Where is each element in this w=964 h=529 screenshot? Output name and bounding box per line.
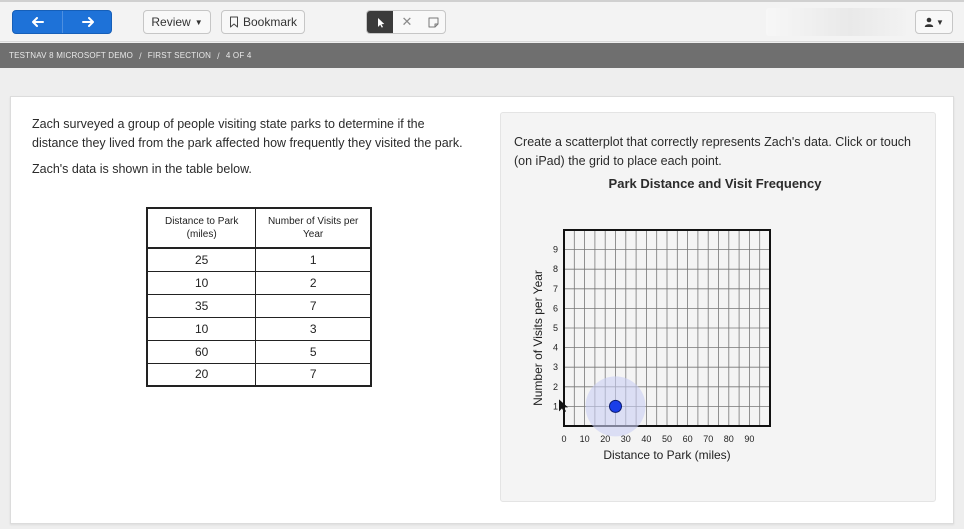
table-intro: Zach's data is shown in the table below. [32,162,252,176]
scatterplot-grid[interactable]: 0 10 20 30 40 50 60 70 80 90 123456789 Distance t… [520,215,780,477]
answer-eliminator-button[interactable]: ✕ [394,11,420,33]
breadcrumb: TESTNAV 8 MICROSOFT DEMO / FIRST SECTION… [0,43,964,68]
plotted-points [585,376,646,437]
table-cell: 10 [146,270,257,295]
breadcrumb-separator: / [139,50,142,61]
x-tick-label: 0 [561,434,566,444]
previous-button[interactable] [13,11,63,33]
review-button[interactable]: Review ▼ [143,10,211,34]
bookmark-label: Bookmark [242,15,298,29]
pointer-icon [377,17,384,28]
eliminator-icon: ✕ [401,14,413,29]
x-tick-label: 50 [662,434,672,444]
user-icon [924,17,934,27]
bookmark-icon [229,16,238,28]
y-axis-label: Number of Visits per Year [531,270,545,406]
student-name-field [766,8,906,36]
x-tick-label: 60 [683,434,693,444]
arrow-left-icon [31,17,44,27]
table-cell: 1 [255,247,372,272]
table-row: 25 1 [146,247,372,272]
y-tick-label: 1 [553,401,558,411]
x-axis-ticks: 0 10 20 30 40 50 60 70 80 90 [561,434,754,444]
table-row: 10 3 [146,316,372,341]
y-tick-label: 2 [553,382,558,392]
question-passage: Zach surveyed a group of people visiting… [32,115,472,186]
notepad-button[interactable] [420,11,446,33]
x-tick-label: 80 [724,434,734,444]
table-row: 35 7 [146,293,372,318]
arrow-right-icon [82,17,94,27]
breadcrumb-separator: / [217,50,220,61]
table-row: 20 7 [146,362,372,387]
y-tick-label: 6 [553,303,558,313]
table-header-visits: Number of Visits per Year [255,207,372,249]
table-cell: 60 [146,339,257,364]
data-point[interactable] [609,399,622,413]
navigation-button-group [12,10,112,34]
y-tick-label: 3 [553,362,558,372]
breadcrumb-section: FIRST SECTION [147,51,212,60]
bookmark-button[interactable]: Bookmark [221,10,305,34]
table-cell: 5 [255,339,372,364]
y-tick-label: 7 [553,284,558,294]
table-header-distance: Distance to Park (miles) [146,207,257,249]
x-tick-label: 90 [744,434,754,444]
breadcrumb-test-name: TESTNAV 8 MICROSOFT DEMO [9,51,134,60]
chevron-down-icon: ▼ [936,17,944,27]
toolbar-top-edge [0,0,964,2]
chart-title: Park Distance and Visit Frequency [608,176,822,191]
table-cell: 20 [146,362,257,387]
notepad-icon [428,17,438,27]
data-table: Distance to Park (miles) Number of Visit… [146,207,372,387]
breadcrumb-position: 4 OF 4 [225,51,252,60]
table-row: 10 2 [146,270,372,295]
review-label: Review [151,15,191,29]
table-cell: 2 [255,270,372,295]
answer-prompt: Create a scatterplot that correctly repr… [514,135,912,168]
x-tick-label: 40 [641,434,651,444]
table-row: 60 5 [146,339,372,364]
y-tick-label: 9 [553,245,558,255]
table-cell: 10 [146,316,257,341]
user-menu-button[interactable]: ▼ [915,10,953,34]
question-intro: Zach surveyed a group of people visiting… [32,117,463,150]
top-toolbar: Review ▼ Bookmark ✕ ▼ [0,0,964,42]
table-cell: 7 [255,293,372,318]
next-button[interactable] [63,11,113,33]
x-tick-label: 10 [580,434,590,444]
x-tick-label: 70 [703,434,713,444]
x-axis-label: Distance to Park (miles) [603,448,730,462]
pointer-tool-button[interactable] [367,11,393,33]
y-axis-ticks: 1 2 3 4 5 6 7 8 9 [553,245,558,412]
answer-tools-group: ✕ [366,10,446,34]
table-cell: 3 [255,316,372,341]
table-cell: 35 [146,293,257,318]
table-cell: 7 [255,362,372,387]
chevron-down-icon: ▼ [194,17,203,27]
y-tick-label: 4 [553,343,558,353]
table-header-row: Distance to Park (miles) Number of Visit… [146,207,372,249]
y-tick-label: 8 [553,264,558,274]
y-tick-label: 5 [553,323,558,333]
table-cell: 25 [146,247,257,272]
